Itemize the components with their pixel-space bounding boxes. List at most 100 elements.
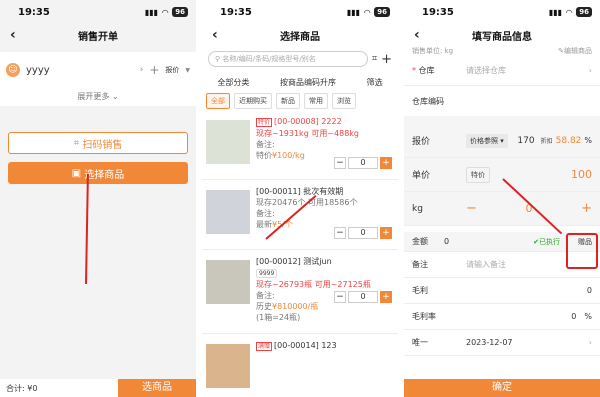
list-item[interactable]: [00-00012] 测试jun 9999 现存~26793瓶 可用~27125… bbox=[202, 250, 398, 334]
executed-badge: ✔已执行 bbox=[533, 237, 560, 246]
plus-icon[interactable]: + bbox=[380, 291, 392, 303]
panel-product-info: 19:35 ▮▮▮ ◠ 96 ‹ 填写商品信息 销售单位: kg ✎编辑商品 * 仓库 请选… bbox=[404, 0, 600, 397]
quote-row: 报价 价格参照 ▾ 170 折扣 58.82% bbox=[404, 124, 600, 158]
confirm-button[interactable]: 确定 bbox=[404, 379, 600, 397]
special-badge: 特价 bbox=[256, 118, 273, 127]
filter-button[interactable]: 筛选 bbox=[367, 77, 383, 88]
filter-sort[interactable]: 按商品编码升序 bbox=[280, 77, 336, 88]
quantity-stepper[interactable]: −0 + bbox=[334, 157, 392, 169]
minus-icon[interactable]: − bbox=[334, 157, 346, 169]
chevron-right-icon: › bbox=[139, 65, 144, 75]
tab-all[interactable]: 全部 bbox=[206, 93, 230, 109]
customer-row[interactable]: ☺ yyyy › + 报价 ▼ bbox=[0, 52, 196, 88]
product-code: [00-00011] 批次有效期 bbox=[256, 187, 344, 196]
nav-bar: ‹ 选择商品 bbox=[202, 24, 398, 46]
page-title: 选择商品 bbox=[280, 31, 320, 43]
gross-margin-row: 毛利率 0% bbox=[404, 304, 600, 330]
product-image bbox=[206, 344, 250, 388]
panel-sales-order: 19:35 ▮▮▮ ◠ 96 ‹ 销售开单 ☺ yyyy › + 报价 ▼ 展开更多 ⌄ ⌗ 扫… bbox=[0, 0, 196, 397]
total-amount: 合计: ¥0 bbox=[6, 383, 38, 393]
battery-icon: 96 bbox=[374, 7, 390, 17]
search-input[interactable]: ⚲ 名称/编码/条码/规格型号/别名 bbox=[208, 51, 369, 67]
quote-value[interactable]: 170 bbox=[517, 136, 534, 146]
edit-product-link[interactable]: ✎编辑商品 bbox=[558, 46, 592, 56]
product-code: [00-00012] 测试jun bbox=[256, 257, 332, 266]
scan-icon[interactable]: ⌗ bbox=[372, 54, 377, 64]
back-icon[interactable]: ‹ bbox=[10, 27, 16, 43]
product-code: [00-00014] 123 bbox=[274, 341, 337, 350]
annotation-highlight-box bbox=[566, 233, 598, 269]
list-item[interactable]: 特价 [00-00008] 2222 现存~1931kg 可用~488kg 备注:… bbox=[202, 110, 398, 180]
discount-value[interactable]: 58.82 bbox=[556, 136, 582, 146]
nav-bar: ‹ 销售开单 bbox=[0, 24, 196, 46]
filter-category[interactable]: 全部分类 bbox=[217, 77, 249, 88]
special-badge: 特价 bbox=[466, 166, 490, 183]
product-image bbox=[206, 260, 250, 304]
panel-select-product: 19:35 ▮▮▮ ◠ 96 ‹ 选择商品 ⚲ 名称/编码/条码/规格型号/别名 ⌗ + 全… bbox=[202, 0, 398, 397]
avatar: ☺ bbox=[6, 63, 20, 77]
list-item[interactable]: 满赠 [00-00014] 123 bbox=[202, 334, 398, 397]
price-mode-select[interactable]: 报价 bbox=[165, 65, 179, 75]
signal-icon: ▮▮▮ bbox=[548, 7, 563, 17]
quantity-row: kg −0 + bbox=[404, 192, 600, 226]
select-icon: ▣ bbox=[71, 167, 85, 179]
product-price: ¥810000/瓶 bbox=[272, 302, 319, 311]
warehouse-row[interactable]: * 仓库 请选择仓库 › bbox=[404, 56, 600, 86]
price-ref-select[interactable]: 价格参照 ▾ bbox=[466, 133, 508, 148]
chevron-right-icon: › bbox=[588, 66, 592, 75]
product-price: ¥100/kg bbox=[272, 151, 305, 160]
plus-icon[interactable]: + bbox=[380, 227, 392, 239]
footer-select-button[interactable]: 选商品 bbox=[118, 379, 196, 397]
plus-icon[interactable]: + bbox=[581, 201, 592, 216]
product-code: [00-00008] 2222 bbox=[274, 117, 342, 126]
expand-more[interactable]: 展开更多 ⌄ bbox=[0, 88, 196, 106]
tab-new[interactable]: 新品 bbox=[276, 93, 300, 109]
amount-input[interactable]: 0 bbox=[444, 237, 533, 246]
caret-down-icon: ▼ bbox=[185, 66, 190, 74]
wifi-icon: ◠ bbox=[566, 7, 573, 17]
minus-icon[interactable]: − bbox=[334, 227, 346, 239]
chevron-down-icon: ⌄ bbox=[111, 92, 119, 101]
battery-icon: 96 bbox=[172, 7, 188, 17]
unique-row[interactable]: 唯一 2023-12-07 › bbox=[404, 330, 600, 356]
customer-name: yyyy bbox=[26, 64, 50, 76]
page-title: 填写商品信息 bbox=[472, 31, 532, 43]
status-bar: 19:35 ▮▮▮ ◠ 96 bbox=[0, 0, 196, 24]
product-image bbox=[206, 120, 250, 164]
tab-bar: 全部 近期购买 新品 常用 浏览 bbox=[202, 92, 398, 110]
quantity-stepper[interactable]: −0 + bbox=[334, 227, 392, 239]
add-icon[interactable]: + bbox=[149, 63, 159, 77]
status-bar: 19:35 ▮▮▮ ◠ 96 bbox=[202, 0, 398, 24]
scan-sale-button[interactable]: ⌗ 扫码销售 bbox=[8, 132, 188, 154]
warehouse-code-row: 仓库编码 bbox=[404, 86, 600, 124]
chevron-right-icon: › bbox=[588, 338, 592, 347]
minus-icon[interactable]: − bbox=[466, 201, 477, 216]
select-product-button[interactable]: ▣ 选择商品 bbox=[8, 162, 188, 184]
status-bar: 19:35 ▮▮▮ ◠ 96 bbox=[404, 0, 600, 24]
tab-common[interactable]: 常用 bbox=[304, 93, 328, 109]
scan-icon: ⌗ bbox=[73, 137, 83, 149]
signal-icon: ▮▮▮ bbox=[346, 7, 361, 17]
gross-profit-row: 毛利 0 bbox=[404, 278, 600, 304]
battery-icon: 96 bbox=[576, 7, 592, 17]
back-icon[interactable]: ‹ bbox=[414, 27, 420, 43]
tab-recent[interactable]: 近期购买 bbox=[234, 93, 272, 109]
tab-browse[interactable]: 浏览 bbox=[332, 93, 356, 109]
nav-bar: ‹ 填写商品信息 bbox=[404, 24, 600, 46]
footer-bar: 合计: ¥0 选商品 bbox=[0, 379, 196, 397]
list-item[interactable]: [00-00011] 批次有效期 现存20476个 可用18586个 备注: 最… bbox=[202, 180, 398, 250]
minus-icon[interactable]: − bbox=[334, 291, 346, 303]
wifi-icon: ◠ bbox=[162, 7, 169, 17]
add-icon[interactable]: + bbox=[381, 52, 392, 67]
wifi-icon: ◠ bbox=[364, 7, 371, 17]
page-title: 销售开单 bbox=[78, 31, 118, 43]
plus-icon[interactable]: + bbox=[380, 157, 392, 169]
filter-bar: 全部分类 按商品编码升序 筛选 bbox=[202, 72, 398, 92]
date-value: 2023-12-07 bbox=[466, 338, 513, 347]
search-row: ⚲ 名称/编码/条码/规格型号/别名 ⌗ + bbox=[208, 50, 392, 68]
quantity-stepper[interactable]: −0 + bbox=[334, 291, 392, 303]
signal-icon: ▮▮▮ bbox=[144, 7, 159, 17]
unit-price-input[interactable]: 100 bbox=[571, 168, 592, 181]
product-image bbox=[206, 190, 250, 234]
back-icon[interactable]: ‹ bbox=[212, 27, 218, 43]
